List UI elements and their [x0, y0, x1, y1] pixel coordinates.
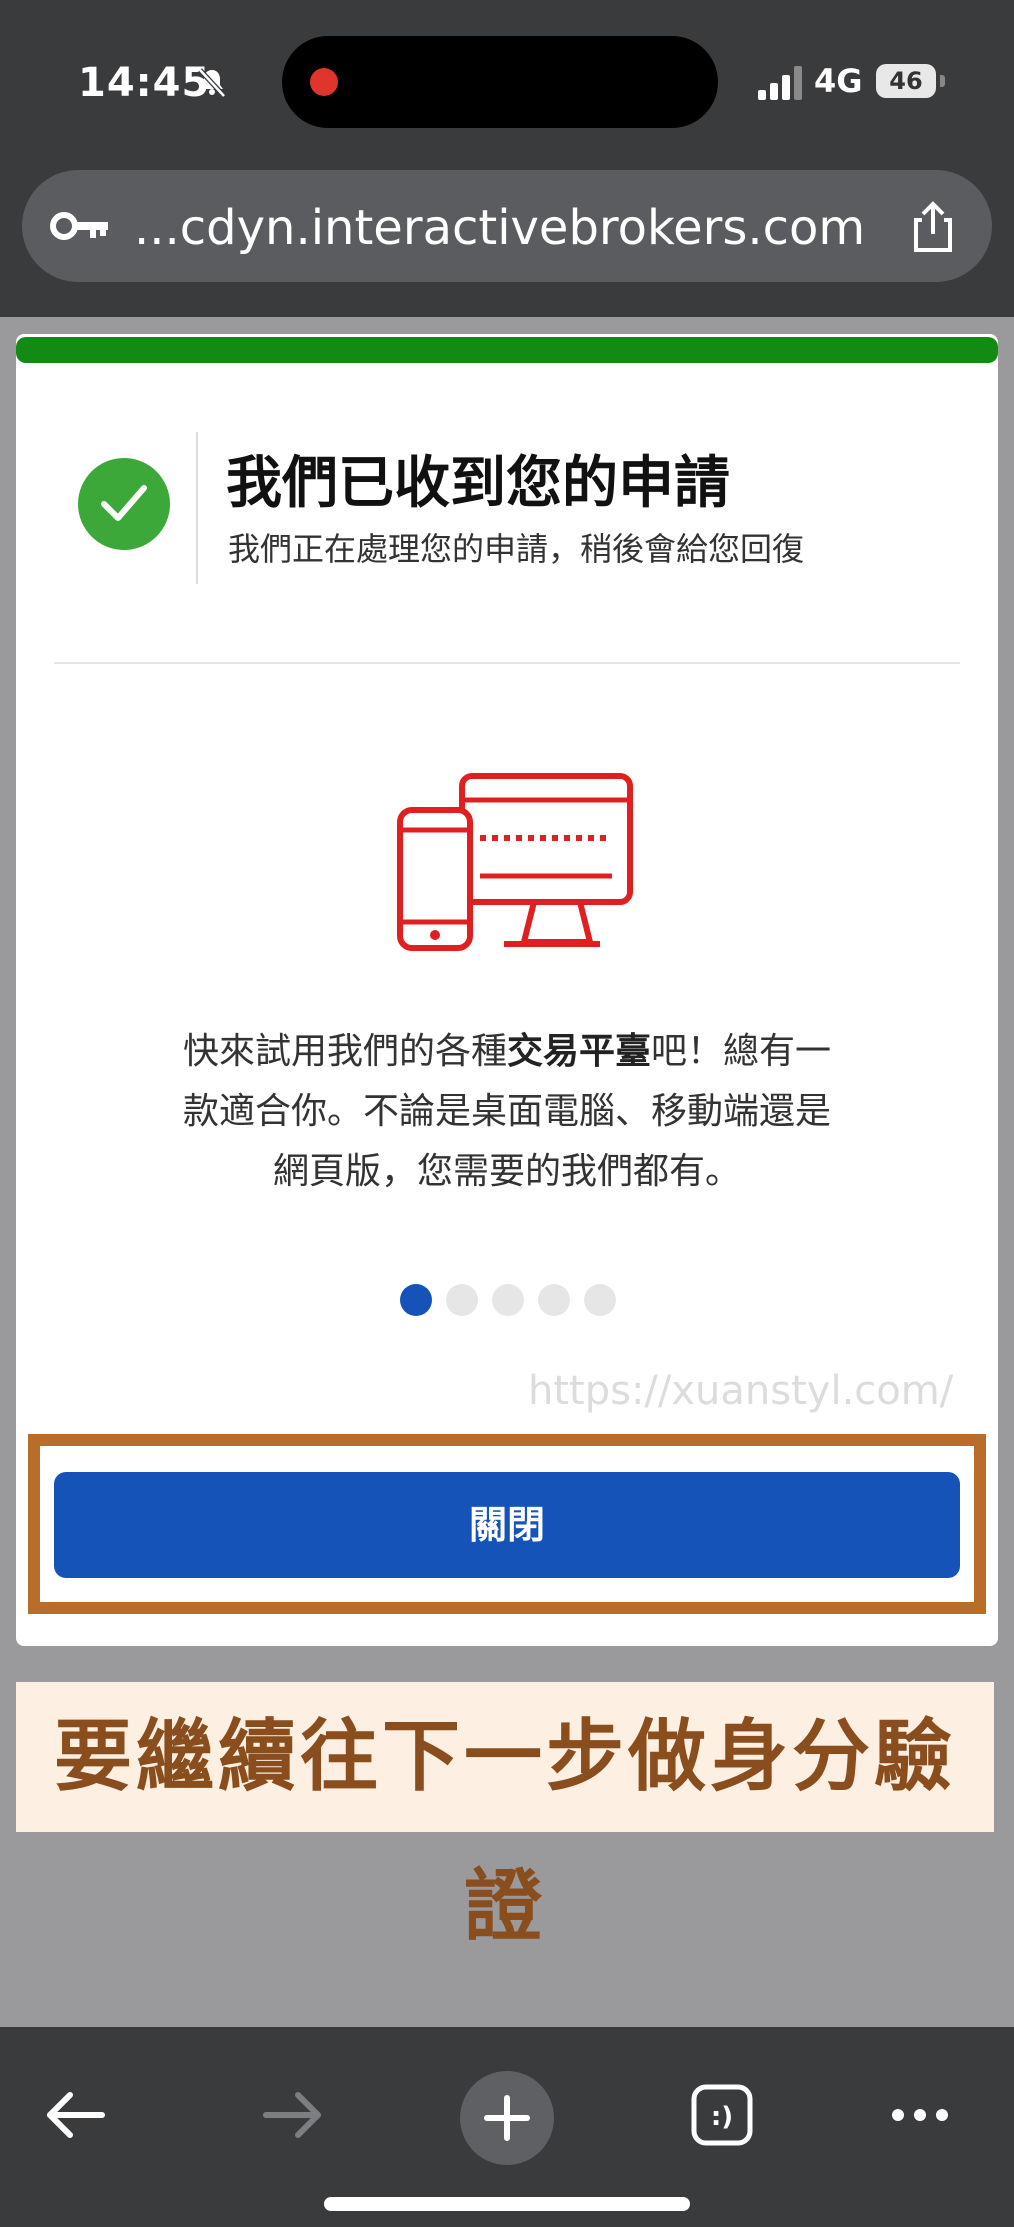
signal-icon [758, 66, 802, 100]
trading-platform-emphasis: 交易平臺 [506, 1031, 651, 1072]
status-bar: 14:45 4G 46 [0, 0, 1014, 165]
more-icon[interactable] [884, 2079, 956, 2151]
check-icon [101, 485, 147, 521]
promo-line2: 款適合你。不論是桌面電腦、移動端還是 [182, 1091, 831, 1132]
status-time: 14:45 [78, 60, 211, 106]
browser-url-area: ...cdyn.interactivebrokers.com [0, 165, 1014, 317]
home-indicator[interactable] [324, 2197, 690, 2211]
confirmation-card: 我們已收到您的申請 我們正在處理您的申請，稍後會給您回復 快來試用我們的各種交易… [16, 334, 998, 1646]
promo-text: 快來試用我們的各種交易平臺吧！總有一 款適合你。不論是桌面電腦、移動端還是 網頁… [116, 1022, 898, 1202]
success-check [78, 458, 170, 550]
promo-line1-pre: 快來試用我們的各種 [182, 1031, 507, 1072]
watermark: https://xuanstyl.com/ [528, 1368, 954, 1414]
key-icon[interactable] [50, 208, 110, 244]
network-label: 4G [814, 62, 863, 100]
recording-indicator [310, 68, 338, 96]
progress-bar [16, 337, 998, 363]
carousel-dot-1[interactable] [400, 1284, 432, 1316]
close-button[interactable]: 關閉 [54, 1472, 960, 1578]
forward-arrow-icon[interactable] [256, 2079, 328, 2151]
carousel-dot-3[interactable] [492, 1284, 524, 1316]
new-tab-icon [484, 2095, 530, 2141]
vertical-divider [196, 432, 198, 584]
dynamic-island [282, 36, 718, 128]
share-icon[interactable] [910, 200, 956, 254]
back-arrow-icon[interactable] [40, 2079, 112, 2151]
section-divider [54, 662, 960, 664]
browser-toolbar: :) [0, 2027, 1014, 2227]
carousel-dot-4[interactable] [538, 1284, 570, 1316]
success-subtitle: 我們正在處理您的申請，稍後會給您回復 [228, 530, 805, 568]
carousel-dot-2[interactable] [446, 1284, 478, 1316]
url-text[interactable]: ...cdyn.interactivebrokers.com [134, 200, 865, 256]
promo-line3: 網頁版，您需要的我們都有。 [272, 1151, 741, 1192]
annotation-banner: 要繼續往下一步做身分驗證 [16, 1682, 994, 1952]
url-bar[interactable]: ...cdyn.interactivebrokers.com [22, 170, 992, 282]
banner-text: 要繼續往下一步做身分驗證 [53, 1711, 956, 1952]
success-title: 我們已收到您的申請 [226, 451, 730, 516]
carousel-dots[interactable] [400, 1284, 630, 1318]
new-tab-button[interactable] [460, 2071, 554, 2165]
battery-tip [940, 75, 945, 87]
promo-line1-post: 吧！總有一 [651, 1031, 832, 1072]
svg-text::): :) [711, 2102, 733, 2132]
carousel-dot-5[interactable] [584, 1284, 616, 1316]
battery-icon: 46 [876, 64, 936, 98]
tabs-icon[interactable]: :) [686, 2079, 758, 2151]
devices-icon [397, 773, 633, 951]
bell-off-icon [198, 68, 226, 98]
